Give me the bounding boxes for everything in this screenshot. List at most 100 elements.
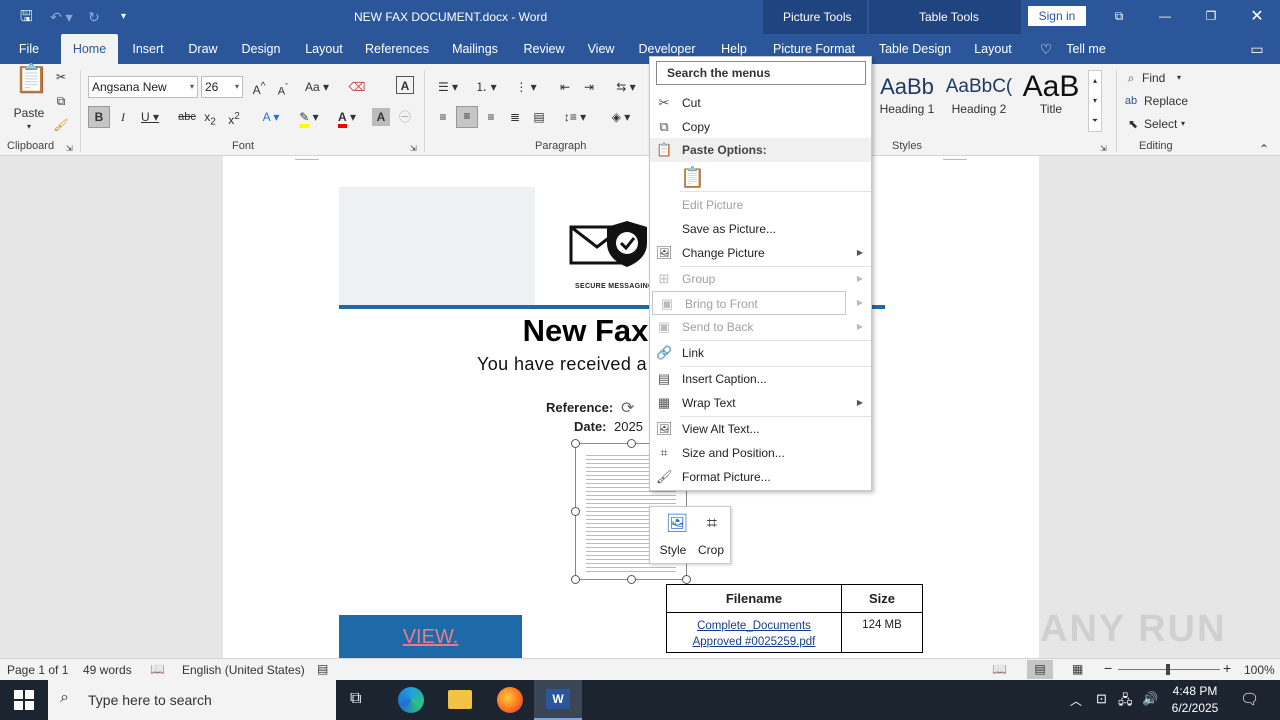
rotate-handle-icon[interactable]: ⟳ — [621, 398, 634, 418]
text-direction-icon[interactable]: ⇆ ▾ — [612, 78, 640, 96]
clear-formatting-icon[interactable]: ⌫ — [348, 78, 366, 96]
strikethrough-button[interactable]: abc — [176, 108, 198, 126]
menu-search-input[interactable]: Search the menus — [656, 61, 866, 85]
save-icon[interactable]: 🖫 — [20, 0, 33, 34]
close-icon[interactable]: ✕ — [1234, 0, 1280, 32]
crop-button[interactable]: Crop — [696, 543, 726, 557]
minimize-icon[interactable]: — — [1142, 0, 1188, 32]
proofing-icon[interactable]: 📖 — [150, 662, 165, 676]
subscript-button[interactable]: x2 — [202, 108, 218, 131]
tab-insert[interactable]: Insert — [124, 34, 172, 64]
tell-me-search[interactable]: Tell me — [1062, 34, 1110, 64]
resize-handle[interactable] — [571, 575, 580, 584]
grow-font-icon[interactable]: A^ — [250, 78, 268, 99]
font-size-combo[interactable]: 26 ▾ — [201, 76, 243, 98]
enclose-characters-icon[interactable]: ㊀ — [396, 108, 414, 126]
task-view-icon[interactable]: ⧉ — [350, 690, 361, 708]
bullets-icon[interactable]: ☰ ▾ — [434, 78, 462, 96]
tab-design[interactable]: Design — [234, 34, 288, 64]
format-painter-icon[interactable]: 🖌 — [52, 116, 70, 134]
tab-table-layout[interactable]: Layout — [966, 34, 1020, 64]
maximize-icon[interactable]: ❐ — [1188, 0, 1234, 32]
menu-item-wrap-text[interactable]: ▦ Wrap Text ▶ — [650, 391, 871, 415]
character-shading-icon[interactable]: A — [372, 108, 390, 126]
file-explorer-icon[interactable] — [448, 690, 472, 709]
crop-icon[interactable]: ⌗ — [700, 513, 724, 534]
copy-icon[interactable]: ⧉ — [52, 92, 70, 110]
increase-indent-icon[interactable]: ⇥ — [580, 78, 598, 96]
tab-layout[interactable]: Layout — [298, 34, 350, 64]
select-icon[interactable]: ⬉ — [1126, 115, 1140, 133]
text-effects-icon[interactable]: A ▾ — [256, 108, 286, 126]
read-mode-icon[interactable]: 📖 — [992, 662, 1007, 676]
word-count[interactable]: 49 words — [83, 663, 132, 677]
sign-in-button[interactable]: Sign in — [1028, 6, 1086, 26]
superscript-button[interactable]: x2 — [226, 108, 242, 129]
menu-item-size-and-position[interactable]: ⌗ Size and Position... — [650, 441, 871, 465]
shading-icon[interactable]: ◈ ▾ — [606, 108, 636, 126]
ribbon-display-icon[interactable]: ⧉ — [1096, 0, 1142, 32]
notifications-icon[interactable]: 🗨 — [1240, 690, 1259, 708]
device-icon[interactable]: ⊡ — [1096, 691, 1107, 707]
menu-item-copy[interactable]: ⧉ Copy — [650, 115, 871, 139]
zoom-slider-thumb[interactable] — [1166, 664, 1170, 675]
cut-icon[interactable]: ✂ — [52, 68, 70, 86]
paste-icon[interactable]: 📋 — [14, 65, 49, 104]
tab-home[interactable]: Home — [61, 34, 118, 64]
decrease-indent-icon[interactable]: ⇤ — [556, 78, 574, 96]
align-right-icon[interactable]: ≡ — [482, 108, 500, 126]
tab-mailings[interactable]: Mailings — [445, 34, 505, 64]
bold-button[interactable]: B — [88, 106, 110, 128]
replace-button[interactable]: Replace — [1144, 92, 1194, 110]
menu-item-change-picture[interactable]: 🖼 Change Picture ▶ — [650, 241, 871, 265]
firefox-icon[interactable] — [497, 687, 523, 713]
customize-qat-icon[interactable]: ▾ — [121, 0, 126, 34]
align-left-icon[interactable]: ≡ — [434, 108, 452, 126]
show-hidden-icons[interactable]: ︿ — [1070, 692, 1082, 709]
tab-draw[interactable]: Draw — [180, 34, 226, 64]
file-link[interactable]: Complete_Documents Approved #0025259.pdf — [667, 613, 842, 652]
font-color-icon[interactable]: A ▾ — [332, 108, 362, 128]
comments-icon[interactable]: ▭ — [1244, 34, 1270, 64]
network-icon[interactable]: 🖧 — [1118, 691, 1133, 713]
language[interactable]: English (United States) — [182, 663, 305, 677]
menu-item-insert-caption[interactable]: ▤ Insert Caption... — [650, 367, 871, 391]
menu-item-format-picture[interactable]: 🖌 Format Picture... — [650, 465, 871, 489]
justify-icon[interactable]: ≣ — [506, 108, 524, 126]
tab-references[interactable]: References — [362, 34, 432, 64]
redo-icon[interactable]: ↻ — [88, 0, 100, 34]
picture-style-icon[interactable]: 🖼 — [660, 513, 694, 534]
font-name-combo[interactable]: Angsana New ▾ — [88, 76, 198, 98]
center-icon[interactable]: ≡ — [456, 106, 478, 128]
undo-icon[interactable]: ↶ ▾ — [50, 0, 73, 34]
menu-item-cut[interactable]: ✂ Cut — [650, 91, 871, 115]
windows-start-icon[interactable] — [14, 690, 34, 710]
word-taskbar-button[interactable]: W — [534, 680, 582, 720]
text-effects-box-icon[interactable]: A — [396, 76, 414, 94]
underline-button[interactable]: U ▾ — [138, 108, 162, 126]
tab-review[interactable]: Review — [518, 34, 570, 64]
resize-handle[interactable] — [627, 439, 636, 448]
distributed-icon[interactable]: ▤ — [530, 108, 548, 126]
resize-handle[interactable] — [571, 507, 580, 516]
volume-icon[interactable]: 🔊 — [1142, 691, 1158, 707]
document-page[interactable]: SECURE MESSAGING New Fax D You have rece… — [223, 156, 1039, 658]
web-layout-icon[interactable]: ▦ — [1072, 662, 1083, 676]
resize-handle[interactable] — [627, 575, 636, 584]
highlight-color-icon[interactable]: ✎ ▾ — [292, 108, 326, 128]
resize-handle[interactable] — [682, 575, 691, 584]
tab-file[interactable]: File — [8, 34, 50, 64]
zoom-in-icon[interactable]: + — [1223, 660, 1231, 676]
tab-table-design[interactable]: Table Design — [872, 34, 958, 64]
page-count[interactable]: Page 1 of 1 — [7, 663, 68, 677]
zoom-level[interactable]: 100% — [1244, 663, 1275, 677]
change-case-icon[interactable]: Aa ▾ — [302, 78, 332, 96]
styles-scroll-icon[interactable]: ▴ ▾ ⏷ — [1088, 70, 1102, 132]
multilevel-list-icon[interactable]: ⋮ ▾ — [512, 78, 540, 96]
style-title[interactable]: AaB Title — [1008, 72, 1094, 130]
find-icon[interactable]: ⌕ — [1124, 69, 1138, 87]
macro-icon[interactable]: ▤ — [317, 662, 328, 676]
shrink-font-icon[interactable]: Aˇ — [274, 78, 292, 101]
style-button[interactable]: Style — [658, 543, 688, 557]
view-button[interactable]: VIEW. — [339, 615, 522, 658]
